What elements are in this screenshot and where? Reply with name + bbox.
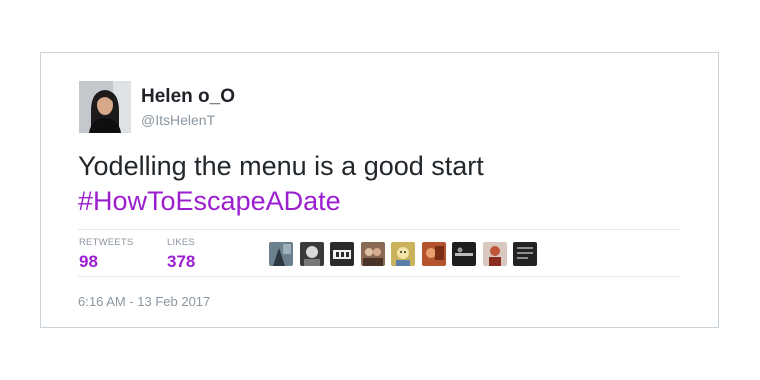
liker-avatars: [269, 242, 537, 266]
liker-avatar-6[interactable]: [421, 242, 446, 266]
liker-avatar-1[interactable]: [269, 242, 293, 266]
retweets-label: RETWEETS: [79, 237, 134, 248]
author-avatar[interactable]: [79, 81, 131, 133]
likes-stat[interactable]: LIKES 378: [167, 237, 195, 272]
stats-bar: RETWEETS 98 LIKES 378: [78, 229, 680, 277]
author-handle[interactable]: @ItsHelenT: [141, 112, 215, 128]
liker-avatar-3[interactable]: [330, 242, 354, 266]
liker-avatar-8[interactable]: [482, 242, 507, 266]
retweets-stat[interactable]: RETWEETS 98: [79, 237, 133, 272]
liker-avatar-4[interactable]: [360, 242, 385, 266]
likes-count: 378: [167, 252, 196, 271]
retweets-count: 98: [79, 252, 98, 271]
liker-avatar-7-icon: [452, 242, 476, 266]
likes-label: LIKES: [167, 237, 195, 248]
liker-avatar-9-icon: [513, 242, 537, 266]
profile-photo-icon: [79, 81, 131, 133]
liker-avatar-6-icon: [421, 242, 446, 266]
liker-avatar-4-icon: [360, 242, 385, 266]
liker-avatar-7[interactable]: [452, 242, 476, 266]
tweet-text: Yodelling the menu is a good start #HowT…: [78, 149, 484, 219]
author-display-name[interactable]: Helen o_O: [141, 86, 235, 108]
tweet-text-line: Yodelling the menu is a good start: [78, 151, 484, 181]
liker-avatar-2-icon: [299, 242, 324, 266]
liker-avatar-9[interactable]: [513, 242, 537, 266]
tweet-card: Helen o_O @ItsHelenT Yodelling the menu …: [40, 52, 719, 328]
liker-avatar-3-icon: [330, 242, 354, 266]
tweet-timestamp[interactable]: 6:16 AM - 13 Feb 2017: [78, 294, 210, 309]
liker-avatar-1-icon: [269, 242, 293, 266]
hashtag-link[interactable]: #HowToEscapeADate: [78, 184, 484, 219]
liker-avatar-8-icon: [482, 242, 507, 266]
liker-avatar-5[interactable]: [391, 242, 415, 266]
liker-avatar-5-icon: [391, 242, 415, 266]
liker-avatar-2[interactable]: [299, 242, 324, 266]
